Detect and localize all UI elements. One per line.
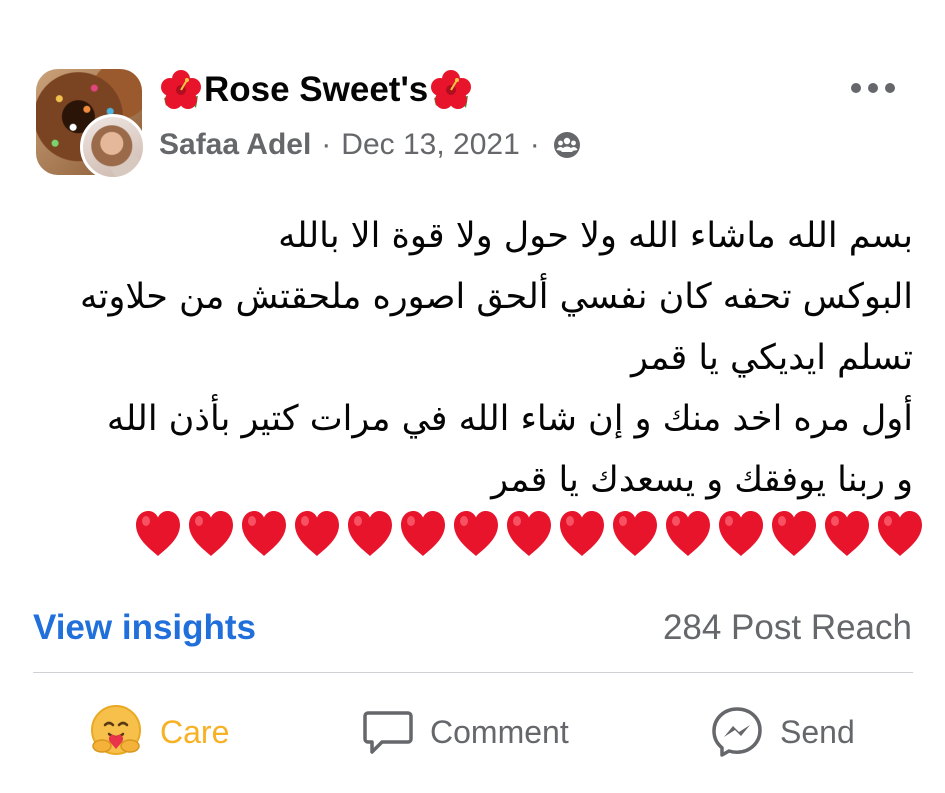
group-name-text: Rose Sweet's [204,70,429,109]
send-label: Send [780,713,855,750]
hibiscus-icon [161,70,201,109]
heart-emoji-row [133,508,925,564]
more-options-icon[interactable] [848,78,898,98]
post-reach-count[interactable]: 284 Post Reach [663,604,912,652]
care-reaction-icon [91,705,141,755]
send-button[interactable]: Send [710,700,855,764]
divider [33,672,913,673]
red-heart-icon [136,511,180,556]
red-heart-icon [719,511,763,556]
care-button[interactable]: Care [88,700,229,764]
red-heart-icon [348,511,392,556]
red-heart-icon [454,511,498,556]
red-heart-icon [401,511,445,556]
red-heart-icon [825,511,869,556]
post-text-line: و ربنا يوفقك و يسعدك يا قمر [491,460,913,500]
red-heart-icon [666,511,710,556]
comment-label: Comment [430,713,569,750]
post-action-bar: Care Comment Send [0,700,945,764]
red-heart-icon [560,511,604,556]
red-heart-icon [878,511,922,556]
red-heart-icon [507,511,551,556]
care-label: Care [160,713,230,750]
post-date[interactable]: Dec 13, 2021 [341,128,519,162]
post-text-line: البوكس تحفه كان نفسي ألحق اصوره ملحقتش م… [79,277,913,317]
red-heart-icon [613,511,657,556]
red-heart-icon [242,511,286,556]
red-heart-icon [295,511,339,556]
post-meta: Safaa Adel · Dec 13, 2021 · [159,124,582,166]
post-body: بسم الله ماشاء الله ولا حول ولا قوة الا … [33,206,913,511]
post-header: Rose Sweet's Safaa Adel · Dec 13, 2021 · [0,0,945,190]
red-heart-icon [772,511,816,556]
author-name[interactable]: Safaa Adel [159,128,311,162]
comment-icon [363,711,413,754]
meta-separator: · [321,128,332,161]
meta-separator: · [529,128,540,161]
author-avatar[interactable] [80,114,146,180]
view-insights-link[interactable]: View insights [33,604,256,652]
messenger-icon [712,707,762,757]
group-name[interactable]: Rose Sweet's [158,68,474,112]
post-text-line: أول مره اخد منك و إن شاء الله في مرات كت… [106,399,913,439]
groups-icon [553,132,580,158]
post-text-line: تسلم ايديكي يا قمر [631,338,913,378]
comment-button[interactable]: Comment [362,700,569,764]
red-heart-icon [189,511,233,556]
post-text-line: بسم الله ماشاء الله ولا حول ولا قوة الا … [278,216,913,256]
hibiscus-icon [431,70,472,109]
